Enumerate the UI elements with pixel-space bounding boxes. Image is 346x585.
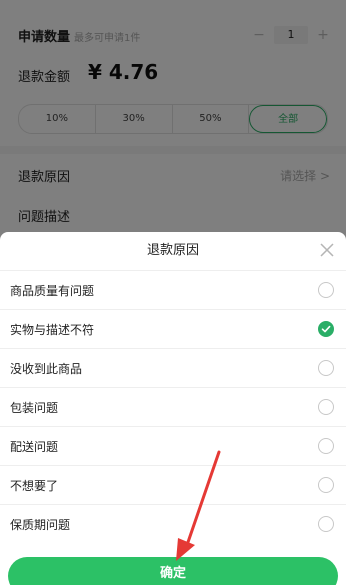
reason-option-label: 配送问题 [10, 440, 59, 454]
reason-option-label: 没收到此商品 [10, 362, 83, 376]
close-icon[interactable] [318, 241, 336, 259]
checkmark-icon [321, 325, 331, 333]
reason-option-label: 保质期问题 [10, 518, 71, 532]
reason-option-packaging[interactable]: 包装问题 [0, 387, 346, 427]
reason-option-delivery[interactable]: 配送问题 [0, 426, 346, 466]
reason-option-label: 包装问题 [10, 401, 59, 415]
reason-option-shelf-life[interactable]: 保质期问题 [0, 504, 346, 544]
radio-unchecked-icon[interactable] [318, 477, 334, 493]
reason-option-label: 商品质量有问题 [10, 284, 95, 298]
radio-checked-icon[interactable] [318, 321, 334, 337]
radio-unchecked-icon[interactable] [318, 282, 334, 298]
reason-option-label: 实物与描述不符 [10, 323, 95, 337]
reason-option-not-wanted[interactable]: 不想要了 [0, 465, 346, 505]
sheet-title: 退款原因 [146, 243, 199, 258]
reason-option-not-received[interactable]: 没收到此商品 [0, 348, 346, 388]
refund-reason-sheet: 退款原因 商品质量有问题 实物与描述不符 没收到此商品 包装问题 配送问题 不想… [0, 232, 346, 585]
reason-option-mismatch[interactable]: 实物与描述不符 [0, 309, 346, 349]
reason-option-label: 不想要了 [10, 479, 59, 493]
radio-unchecked-icon[interactable] [318, 360, 334, 376]
radio-unchecked-icon[interactable] [318, 438, 334, 454]
radio-unchecked-icon[interactable] [318, 399, 334, 415]
radio-unchecked-icon[interactable] [318, 516, 334, 532]
reason-option-quality[interactable]: 商品质量有问题 [0, 270, 346, 310]
confirm-button[interactable]: 确定 [8, 557, 338, 585]
